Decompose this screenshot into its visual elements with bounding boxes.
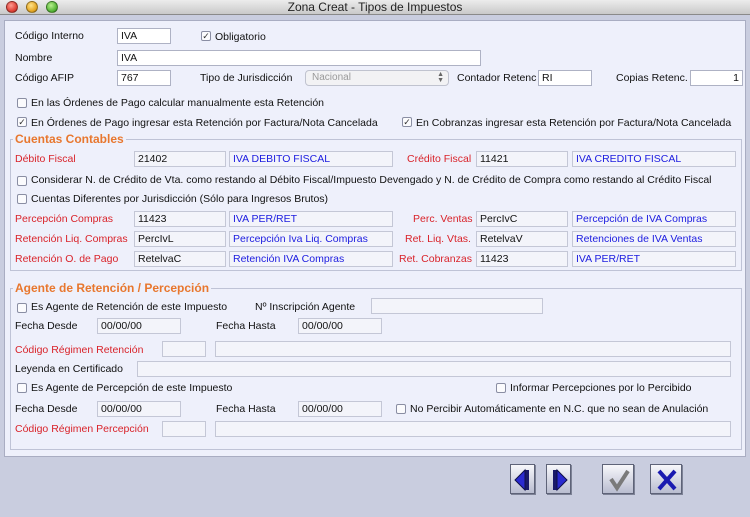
regimen-percepcion-label: Código Régimen Percepción — [15, 423, 149, 435]
codigo-interno-field[interactable]: IVA — [117, 28, 171, 44]
ordenes-factura-checkbox[interactable]: ✓ — [17, 117, 27, 127]
leyenda-certificado-field[interactable] — [137, 361, 731, 377]
fecha-desde-label: Fecha Desde — [15, 320, 78, 332]
leyenda-certificado-label: Leyenda en Certificado — [15, 363, 123, 375]
codigo-afip-field[interactable]: 767 — [117, 70, 171, 86]
tipo-jurisdiccion-select[interactable]: Nacional ▲ ▼ — [305, 70, 449, 86]
fecha-desde-perc-label: Fecha Desde — [15, 403, 78, 415]
cuentas-diferentes-checkbox[interactable] — [17, 194, 27, 204]
regimen-retencion-code[interactable] — [162, 341, 206, 357]
contador-retenc-label: Contador Retenc — [457, 72, 537, 84]
fecha-desde-field[interactable]: 00/00/00 — [97, 318, 181, 334]
retencion-op-name: Retención IVA Compras — [229, 251, 393, 267]
retencion-op-code[interactable]: RetelvaC — [134, 251, 226, 267]
debito-fiscal-name: IVA DEBITO FISCAL — [229, 151, 393, 167]
main-panel: Código Interno IVA ✓ Obligatorio Nombre … — [4, 20, 746, 457]
obligatorio-label: Obligatorio — [215, 31, 266, 43]
ret-liq-vtas-label: Ret. Liq. Vtas. — [405, 233, 471, 245]
credito-fiscal-code[interactable]: 11421 — [476, 151, 568, 167]
es-agente-retencion-label: Es Agente de Retención de este Impuesto — [31, 301, 228, 313]
es-agente-percepcion-label: Es Agente de Percepción de este Impuesto — [31, 382, 233, 394]
cuentas-contables-title: Cuentas Contables — [13, 132, 126, 146]
credito-fiscal-label: Crédito Fiscal — [407, 153, 472, 165]
button-bar — [4, 459, 746, 511]
contador-retenc-field[interactable]: RI — [538, 70, 592, 86]
tipo-jurisdiccion-value: Nacional — [312, 72, 351, 83]
cobranzas-factura-label: En Cobranzas ingresar esta Retención por… — [416, 117, 732, 129]
retencion-liq-compras-code[interactable]: PercIvL — [134, 231, 226, 247]
ordenes-manual-label: En las Órdenes de Pago calcular manualme… — [31, 97, 325, 109]
perc-ventas-name: Percepción de IVA Compras — [572, 211, 736, 227]
retencion-liq-compras-label: Retención Liq. Compras — [15, 233, 128, 245]
previous-icon — [514, 468, 529, 492]
cancel-icon — [657, 469, 677, 491]
agente-title: Agente de Retención / Percepción — [13, 281, 212, 295]
cancel-button[interactable] — [650, 464, 682, 494]
ret-cobranzas-code[interactable]: 11423 — [476, 251, 568, 267]
codigo-afip-label: Código AFIP — [15, 72, 74, 84]
copias-retenc-label: Copias Retenc. — [616, 72, 688, 84]
fecha-hasta-perc-field[interactable]: 00/00/00 — [298, 401, 382, 417]
percepcion-compras-code[interactable]: 11423 — [134, 211, 226, 227]
fecha-hasta-label: Fecha Hasta — [216, 320, 276, 332]
debito-fiscal-label: Débito Fiscal — [15, 153, 76, 165]
confirm-button[interactable] — [602, 464, 634, 494]
regimen-retencion-label: Código Régimen Retención — [15, 344, 144, 356]
retencion-op-label: Retención O. de Pago — [15, 253, 119, 265]
tipo-jurisdiccion-label: Tipo de Jurisdicción — [200, 72, 293, 84]
fecha-hasta-perc-label: Fecha Hasta — [216, 403, 276, 415]
next-button[interactable] — [546, 464, 571, 494]
retencion-liq-compras-name: Percepción Iva Liq. Compras — [229, 231, 393, 247]
fecha-desde-perc-field[interactable]: 00/00/00 — [97, 401, 181, 417]
ret-liq-vtas-name: Retenciones de IVA Ventas — [572, 231, 736, 247]
cuentas-diferentes-label: Cuentas Diferentes por Jurisdicción (Sól… — [31, 193, 329, 205]
debito-fiscal-code[interactable]: 21402 — [134, 151, 226, 167]
nombre-field[interactable]: IVA — [117, 50, 481, 66]
codigo-interno-label: Código Interno — [15, 30, 84, 42]
next-icon — [553, 468, 568, 492]
es-agente-percepcion-checkbox[interactable] — [17, 383, 27, 393]
ordenes-factura-label: En Órdenes de Pago ingresar esta Retenci… — [31, 117, 378, 129]
check-icon — [609, 469, 630, 492]
no-percibir-checkbox[interactable] — [396, 404, 406, 414]
considerar-nc-label: Considerar N. de Crédito de Vta. como re… — [31, 174, 712, 186]
perc-ventas-code[interactable]: PercIvC — [476, 211, 568, 227]
title-bar: Zona Creat - Tipos de Impuestos — [0, 0, 750, 15]
ret-liq-vtas-code[interactable]: RetelvaV — [476, 231, 568, 247]
percepcion-compras-label: Percepción Compras — [15, 213, 114, 225]
ordenes-manual-checkbox[interactable] — [17, 98, 27, 108]
obligatorio-checkbox[interactable]: ✓ — [201, 31, 211, 41]
nombre-label: Nombre — [15, 52, 53, 64]
credito-fiscal-name: IVA CREDITO FISCAL — [572, 151, 736, 167]
informar-percepciones-checkbox[interactable] — [496, 383, 506, 393]
percepcion-compras-name: IVA PER/RET — [229, 211, 393, 227]
informar-percepciones-label: Informar Percepciones por lo Percibido — [510, 382, 692, 394]
inscripcion-agente-field[interactable] — [371, 298, 543, 314]
fecha-hasta-field[interactable]: 00/00/00 — [298, 318, 382, 334]
ret-cobranzas-name: IVA PER/RET — [572, 251, 736, 267]
previous-button[interactable] — [510, 464, 535, 494]
copias-retenc-field[interactable]: 1 — [690, 70, 743, 86]
perc-ventas-label: Perc. Ventas — [413, 213, 473, 225]
select-arrows-icon: ▲ ▼ — [437, 71, 444, 84]
no-percibir-label: No Percibir Automáticamente en N.C. que … — [410, 403, 709, 415]
cobranzas-factura-checkbox[interactable]: ✓ — [402, 117, 412, 127]
ret-cobranzas-label: Ret. Cobranzas — [399, 253, 472, 265]
window-title: Zona Creat - Tipos de Impuestos — [287, 0, 463, 14]
es-agente-retencion-checkbox[interactable] — [17, 303, 27, 313]
regimen-retencion-desc — [215, 341, 731, 357]
regimen-percepcion-desc — [215, 421, 731, 437]
inscripcion-agente-label: Nº Inscripción Agente — [255, 301, 356, 313]
considerar-nc-checkbox[interactable] — [17, 176, 27, 186]
regimen-percepcion-code[interactable] — [162, 421, 206, 437]
